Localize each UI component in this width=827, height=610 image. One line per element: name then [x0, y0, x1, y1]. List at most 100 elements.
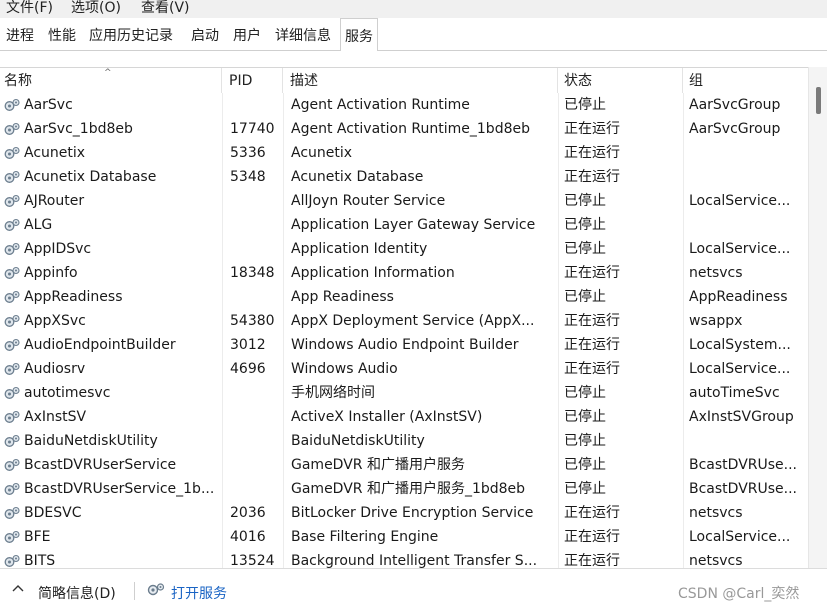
service-desc: ActiveX Installer (AxInstSV) — [291, 409, 483, 425]
service-status: 正在运行 — [564, 313, 620, 329]
column-header-status[interactable]: 状态 — [560, 68, 683, 93]
service-gear-icon — [3, 169, 21, 185]
service-status: 已停止 — [564, 385, 606, 401]
service-gear-icon — [3, 409, 21, 425]
service-pid: 2036 — [230, 505, 266, 521]
service-row[interactable]: BcastDVRUserService_1b... GameDVR 和广播用户服务… — [0, 477, 808, 501]
service-group: LocalSystem... — [689, 337, 791, 353]
tab-startup[interactable]: 启动 — [187, 18, 223, 51]
tab-app-history[interactable]: 应用历史记录 — [85, 18, 177, 51]
service-desc: Application Layer Gateway Service — [291, 217, 536, 233]
service-desc: Background Intelligent Transfer S... — [291, 553, 538, 568]
service-status: 正在运行 — [564, 361, 620, 377]
service-row[interactable]: AarSvc Agent Activation Runtime 已停止 AarSvcG… — [0, 93, 808, 117]
service-pid — [230, 93, 280, 117]
divider — [134, 582, 135, 600]
service-group: LocalService... — [689, 193, 791, 209]
column-header-row: 名称 PID 描述 状态 组 — [0, 67, 808, 93]
service-row[interactable]: BFE 4016 Base Filtering Engine 正在运行 LocalSer… — [0, 525, 808, 549]
service-name: BcastDVRUserService — [24, 457, 177, 473]
service-row[interactable]: Acunetix Database 5348 Acunetix Database 正在… — [0, 165, 808, 189]
service-gear-icon — [3, 217, 21, 233]
service-group: autoTimeSvc — [689, 385, 780, 401]
service-group — [689, 141, 804, 165]
service-desc: BaiduNetdiskUtility — [291, 433, 425, 449]
service-gear-icon — [3, 433, 21, 449]
tab-users[interactable]: 用户 — [229, 18, 265, 51]
tab-details[interactable]: 详细信息 — [271, 18, 335, 51]
service-group: BcastDVRUse... — [689, 481, 798, 497]
service-name: AxInstSV — [24, 409, 87, 425]
service-name: AppReadiness — [24, 289, 123, 305]
service-row[interactable]: BDESVC 2036 BitLocker Drive Encryption Ser… — [0, 501, 808, 525]
service-row[interactable]: autotimesvc 手机网络时间 已停止 autoTimeSvc — [0, 381, 808, 405]
service-gear-icon — [3, 121, 21, 137]
service-status: 已停止 — [564, 409, 606, 425]
services-list: AarSvc Agent Activation Runtime 已停止 AarSvcG… — [0, 93, 808, 568]
service-group: netsvcs — [689, 505, 743, 521]
service-desc: GameDVR 和广播用户服务 — [291, 457, 465, 473]
service-pid: 54380 — [230, 313, 275, 329]
service-row[interactable]: BaiduNetdiskUtility BaiduNetdiskUtility 已停… — [0, 429, 808, 453]
service-name: AarSvc — [24, 97, 73, 113]
service-pid: 4016 — [230, 529, 266, 545]
service-status: 正在运行 — [564, 553, 620, 568]
column-header-group[interactable]: 组 — [685, 68, 808, 93]
vertical-scrollbar[interactable] — [808, 67, 827, 568]
service-group: BcastDVRUse... — [689, 457, 798, 473]
service-status: 正在运行 — [564, 337, 620, 353]
service-status: 已停止 — [564, 481, 606, 497]
service-desc: 手机网络时间 — [291, 385, 375, 401]
tab-processes[interactable]: 进程 — [2, 18, 38, 51]
service-gear-icon — [3, 265, 21, 281]
menu-file[interactable]: 文件(F) — [6, 0, 53, 17]
service-desc: Agent Activation Runtime — [291, 97, 470, 113]
tab-performance[interactable]: 性能 — [44, 18, 80, 51]
service-row[interactable]: Audiosrv 4696 Windows Audio 正在运行 LocalServic… — [0, 357, 808, 381]
service-name: Audiosrv — [24, 361, 86, 377]
service-desc: AllJoyn Router Service — [291, 193, 446, 209]
service-group — [689, 429, 804, 453]
service-desc: GameDVR 和广播用户服务_1bd8eb — [291, 481, 526, 497]
service-row[interactable]: Appinfo 18348 Application Information 正在运行 n… — [0, 261, 808, 285]
service-row[interactable]: BcastDVRUserService GameDVR 和广播用户服务 已停止 Bca… — [0, 453, 808, 477]
service-row[interactable]: ALG Application Layer Gateway Service 已停止 — [0, 213, 808, 237]
service-status: 正在运行 — [564, 265, 620, 281]
service-row[interactable]: AppIDSvc Application Identity 已停止 LocalServ… — [0, 237, 808, 261]
service-name: BaiduNetdiskUtility — [24, 433, 158, 449]
column-header-pid[interactable]: PID — [225, 68, 283, 93]
chevron-up-icon[interactable] — [12, 583, 24, 593]
service-row[interactable]: AudioEndpointBuilder 3012 Windows Audio En… — [0, 333, 808, 357]
service-group: LocalService... — [689, 241, 791, 257]
service-name: BFE — [24, 529, 51, 545]
service-row[interactable]: BITS 13524 Background Intelligent Transfer… — [0, 549, 808, 568]
menu-view[interactable]: 查看(V) — [141, 0, 190, 17]
service-status: 正在运行 — [564, 169, 620, 185]
tab-services[interactable]: 服务 — [340, 18, 378, 52]
service-name: Acunetix Database — [24, 169, 157, 185]
column-header-description[interactable]: 描述 — [286, 68, 558, 93]
services-gear-icon[interactable] — [146, 581, 166, 599]
service-status: 已停止 — [564, 193, 606, 209]
service-row[interactable]: AarSvc_1bd8eb 17740 Agent Activation Runti… — [0, 117, 808, 141]
service-desc: Acunetix Database — [291, 169, 424, 185]
service-status: 已停止 — [564, 241, 606, 257]
service-row[interactable]: AppXSvc 54380 AppX Deployment Service (App… — [0, 309, 808, 333]
service-status: 已停止 — [564, 289, 606, 305]
service-name: Acunetix — [24, 145, 86, 161]
service-pid — [230, 189, 280, 213]
open-services-link[interactable]: 打开服务 — [171, 583, 227, 603]
service-gear-icon — [3, 481, 21, 497]
fewer-details-link[interactable]: 简略信息(D) — [38, 583, 116, 603]
service-row[interactable]: Acunetix 5336 Acunetix 正在运行 — [0, 141, 808, 165]
menu-options[interactable]: 选项(O) — [71, 0, 121, 17]
scrollbar-thumb[interactable] — [816, 87, 821, 114]
service-row[interactable]: AJRouter AllJoyn Router Service 已停止 LocalSe… — [0, 189, 808, 213]
service-row[interactable]: AxInstSV ActiveX Installer (AxInstSV) 已停止 A… — [0, 405, 808, 429]
footer-bar: 简略信息(D) 打开服务 CSDN @Carl_奕然 — [0, 568, 827, 610]
service-pid: 18348 — [230, 265, 275, 281]
service-pid: 13524 — [230, 553, 275, 568]
service-row[interactable]: AppReadiness App Readiness 已停止 AppReadiness — [0, 285, 808, 309]
service-name: BcastDVRUserService_1b... — [24, 481, 215, 497]
service-group: AppReadiness — [689, 289, 788, 305]
